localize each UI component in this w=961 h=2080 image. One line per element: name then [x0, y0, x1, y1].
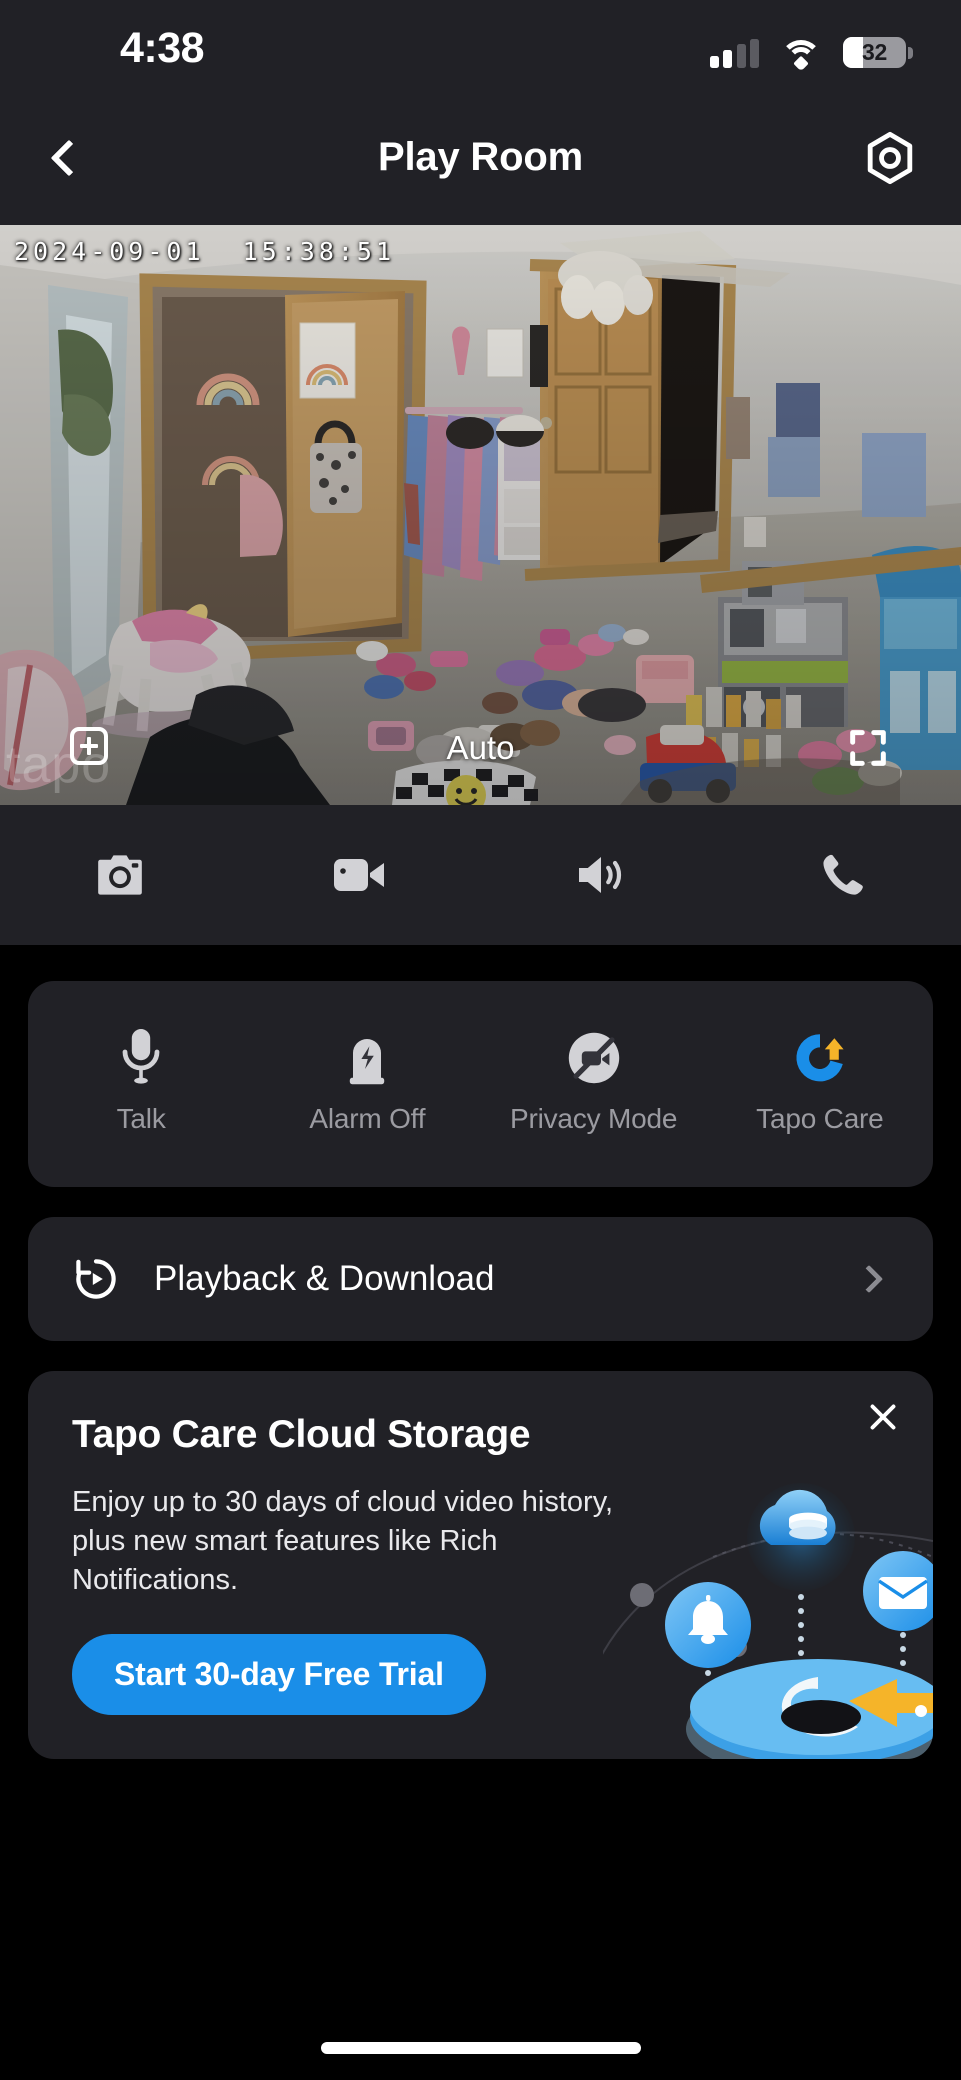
- promo-title: Tapo Care Cloud Storage: [72, 1413, 531, 1456]
- chevron-left-icon: [50, 139, 88, 176]
- playback-row[interactable]: Playback & Download: [28, 1217, 933, 1341]
- quick-action-talk[interactable]: Talk: [28, 1025, 254, 1135]
- video-control-bar: [0, 805, 961, 945]
- quick-actions-row: Talk Alarm Off Privacy Mode Tapo Care: [28, 981, 933, 1187]
- promo-illustration: [603, 1483, 933, 1760]
- chevron-right-icon: [854, 1264, 884, 1294]
- video-quality-label[interactable]: Auto: [447, 729, 515, 767]
- start-free-trial-button[interactable]: Start 30-day Free Trial: [72, 1634, 486, 1716]
- navigation-header: Play Room: [0, 90, 961, 225]
- quick-action-label: Alarm Off: [309, 1103, 426, 1134]
- status-bar: 4:38 32: [0, 0, 961, 90]
- quick-actions-card: Talk Alarm Off Privacy Mode Tapo Care: [28, 981, 933, 1187]
- tapo-care-promo-card: Tapo Care Cloud Storage Enjoy up to 30 d…: [28, 1371, 933, 1760]
- quick-action-label: Privacy Mode: [510, 1103, 678, 1134]
- page-title: Play Room: [378, 135, 583, 179]
- zoom-in-icon[interactable]: [70, 727, 108, 765]
- siren-icon: [345, 1025, 389, 1085]
- record-button[interactable]: [240, 805, 480, 945]
- video-camera-icon: [334, 859, 385, 891]
- tapo-care-icon: [792, 1025, 848, 1085]
- settings-hexagon-icon: [867, 131, 913, 184]
- playback-label: Playback & Download: [154, 1259, 495, 1298]
- battery-percent: 32: [862, 39, 887, 65]
- quick-action-label: Talk: [116, 1103, 166, 1134]
- wifi-icon: [780, 38, 822, 72]
- fullscreen-icon: [850, 730, 886, 766]
- settings-button[interactable]: [855, 123, 925, 193]
- promo-content: Tapo Care Cloud Storage Enjoy up to 30 d…: [28, 1371, 933, 1760]
- status-indicators: 32: [709, 30, 913, 72]
- live-video-feed[interactable]: 2024-09-01 15:38:51 tapo Auto: [0, 225, 961, 805]
- promo-description: Enjoy up to 30 days of cloud video histo…: [72, 1486, 614, 1597]
- cellular-signal-icon: [709, 39, 759, 68]
- battery-icon: 32: [843, 37, 913, 68]
- page-body: Talk Alarm Off Privacy Mode Tapo Care Pl…: [0, 945, 961, 1760]
- playback-rewind-icon: [76, 1259, 116, 1299]
- camera-off-icon: [567, 1025, 621, 1085]
- quick-action-alarm[interactable]: Alarm Off: [254, 1025, 480, 1135]
- quick-action-tapo-care[interactable]: Tapo Care: [707, 1025, 933, 1135]
- phone-icon: [823, 854, 863, 895]
- quick-action-privacy[interactable]: Privacy Mode: [481, 1025, 707, 1135]
- quick-action-label: Tapo Care: [756, 1103, 884, 1134]
- call-button[interactable]: [721, 805, 961, 945]
- camera-icon: [98, 855, 142, 895]
- microphone-icon: [119, 1025, 163, 1085]
- playback-card[interactable]: Playback & Download: [28, 1217, 933, 1341]
- speaker-icon: [578, 857, 621, 893]
- home-indicator: [320, 2042, 641, 2054]
- close-promo-button[interactable]: [855, 1389, 911, 1445]
- close-icon: [870, 1404, 896, 1430]
- fullscreen-button[interactable]: [845, 725, 891, 771]
- video-scene: [0, 225, 961, 805]
- sound-button[interactable]: [481, 805, 721, 945]
- status-time: 4:38: [120, 24, 205, 72]
- snapshot-button[interactable]: [0, 805, 240, 945]
- back-button[interactable]: [32, 121, 106, 195]
- video-timestamp: 2024-09-01 15:38:51: [14, 237, 396, 266]
